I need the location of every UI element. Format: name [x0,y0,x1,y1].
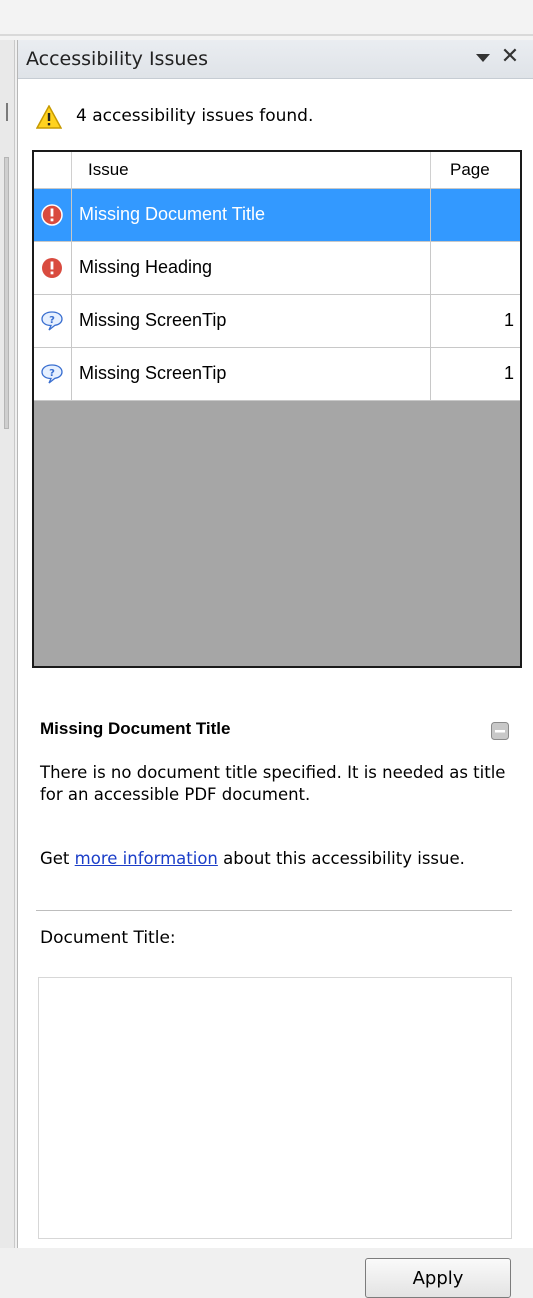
row-issue-name: Missing ScreenTip [79,363,227,383]
issue-description: There is no document title specified. It… [40,763,506,804]
header-issue-label: Issue [88,160,129,179]
row-icon-cell: ? [34,348,72,400]
tip-icon: ? [41,364,63,384]
issue-detail-title: Missing Document Title [40,719,231,738]
warning-icon [35,104,63,129]
row-page-number: 1 [503,363,514,383]
document-title-label: Document Title: [40,928,176,948]
more-information-link[interactable]: more information [75,849,218,868]
document-edge [0,40,15,1248]
column-divider [430,242,431,294]
header-issue-column[interactable]: Issue [72,152,431,188]
triangle-down-icon[interactable] [474,49,492,67]
top-rule [0,34,533,36]
pane-titlebar: Accessibility Issues ✕ [18,40,533,79]
svg-text:?: ? [49,315,55,326]
row-icon-cell: ? [34,295,72,347]
pane-title: Accessibility Issues [26,48,208,70]
table-row[interactable]: Missing Document Title [34,189,520,242]
apply-button[interactable]: Apply [365,1258,511,1298]
header-page-label: Page [450,160,490,179]
row-icon-cell [34,242,72,294]
row-issue-name: Missing ScreenTip [79,310,227,330]
table-row[interactable]: ? Missing ScreenTip 1 [34,348,520,401]
close-icon[interactable]: ✕ [500,45,520,69]
window-top-strip [0,0,533,40]
error-icon [41,204,63,226]
vertical-scrollbar[interactable] [4,157,9,429]
collapse-icon[interactable] [491,722,509,740]
svg-text:?: ? [49,368,55,379]
tip-icon: ? [41,311,63,331]
row-page-number: 1 [503,310,514,330]
header-icon-column [34,152,72,188]
column-divider [430,295,431,347]
table-header: Issue Page [34,152,520,189]
error-icon [42,258,62,278]
edge-marker [6,103,8,121]
issues-count-text: 4 accessibility issues found. [76,106,314,126]
row-icon-cell [34,189,72,241]
more-info-text: Get more information about this accessib… [40,848,520,870]
table-row[interactable]: Missing Heading [34,242,520,295]
more-info-suffix: about this accessibility issue. [223,849,465,868]
row-issue-name: Missing Document Title [79,204,266,224]
issues-table: Issue Page Missing Document Title Missin… [32,150,522,668]
table-row[interactable]: ? Missing ScreenTip 1 [34,295,520,348]
accessibility-issues-pane: Accessibility Issues ✕ 4 accessibility i… [17,40,533,1298]
column-divider [430,348,431,400]
document-title-input[interactable] [38,977,512,1239]
section-divider [36,910,512,911]
more-info-prefix: Get [40,849,70,868]
column-divider [430,189,431,241]
row-issue-name: Missing Heading [79,257,213,277]
